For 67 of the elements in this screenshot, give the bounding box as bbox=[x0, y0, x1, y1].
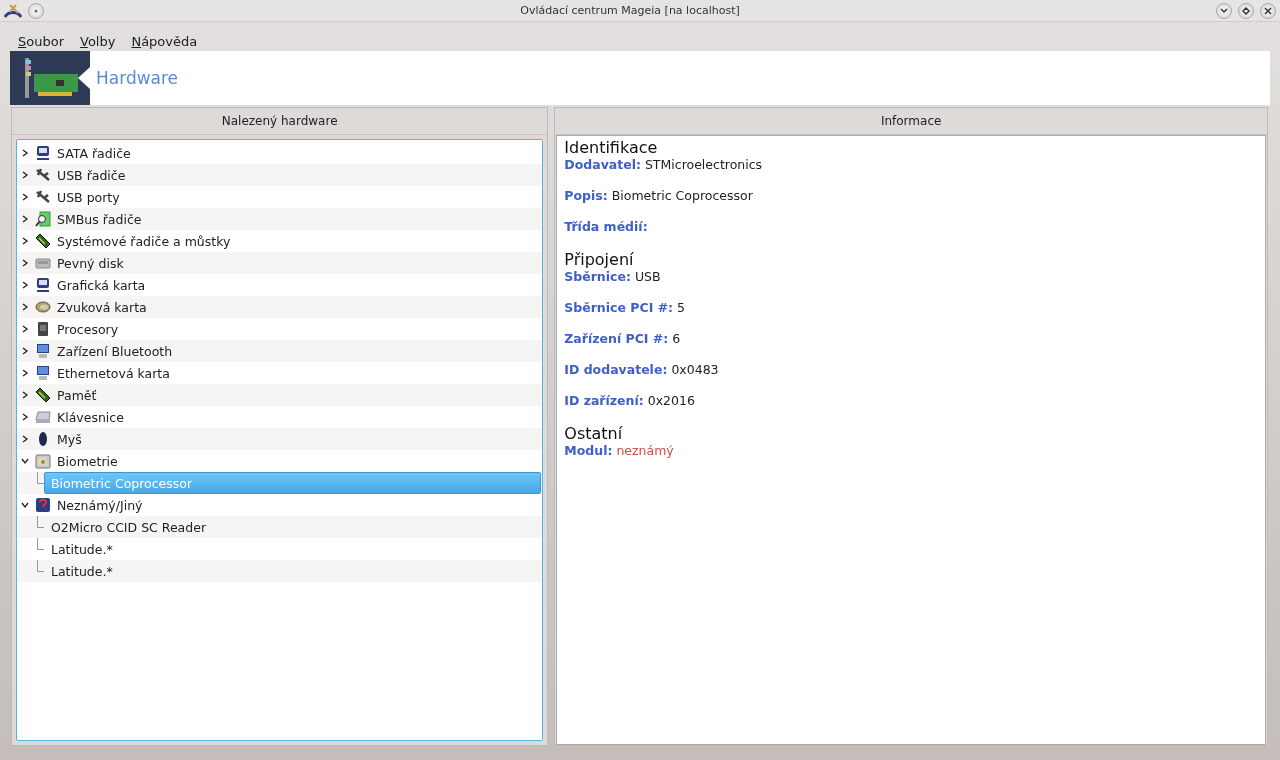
computer-icon bbox=[35, 343, 51, 359]
field-value: neznámý bbox=[616, 443, 674, 458]
banner-title: Hardware bbox=[96, 68, 179, 88]
tree-item[interactable]: Biometrie bbox=[57, 453, 118, 469]
close-button[interactable] bbox=[1260, 2, 1276, 19]
field-label: ID dodavatele: bbox=[564, 362, 668, 377]
panel-title: Nalezený hardware bbox=[12, 108, 548, 135]
usb-plug-icon bbox=[35, 167, 51, 183]
diamond-icon bbox=[1242, 6, 1250, 15]
disk-icon bbox=[35, 277, 51, 293]
tree-item[interactable]: Ethernetová karta bbox=[57, 365, 170, 381]
minimize-button[interactable] bbox=[1216, 2, 1232, 19]
field-value: 0x0483 bbox=[671, 362, 719, 377]
usb-plug-icon bbox=[35, 189, 51, 205]
menu-item[interactable]: Nápověda bbox=[131, 34, 198, 49]
magnifier-icon bbox=[35, 211, 51, 227]
chevron-down-icon bbox=[1220, 6, 1228, 15]
window-title: Ovládací centrum Mageia [na localhost] bbox=[519, 4, 741, 17]
menu-item[interactable]: Volby bbox=[80, 34, 116, 49]
field-value: STMicroelectronics bbox=[644, 157, 763, 172]
chip-icon bbox=[35, 321, 51, 337]
field-label: Sběrnice: bbox=[564, 269, 631, 284]
field-label: Třída médií: bbox=[564, 219, 648, 234]
menu-item[interactable]: Soubor bbox=[18, 34, 64, 49]
tree-item[interactable]: Grafická karta bbox=[57, 277, 146, 293]
banner-notch bbox=[78, 67, 90, 89]
speaker-icon bbox=[35, 299, 51, 315]
section-title: Ostatní bbox=[564, 424, 624, 443]
tree-item[interactable]: Neznámý/Jiný bbox=[57, 497, 143, 513]
close-icon bbox=[1264, 6, 1272, 15]
tree-item[interactable]: Zařízení Bluetooth bbox=[57, 343, 173, 359]
field-value: Biometric Coprocessor bbox=[611, 188, 753, 203]
tree-item[interactable]: Pevný disk bbox=[57, 255, 124, 271]
tree-item[interactable]: USB porty bbox=[57, 189, 120, 205]
dot-icon bbox=[34, 8, 38, 13]
section-title: Připojení bbox=[564, 250, 635, 269]
tree-item[interactable]: USB řadiče bbox=[57, 167, 126, 183]
app-icon bbox=[4, 2, 22, 19]
memory-stick-icon bbox=[35, 387, 51, 403]
tree-item[interactable]: Klávesnice bbox=[57, 409, 124, 425]
tree-item[interactable]: Procesory bbox=[57, 321, 119, 337]
field-value: 6 bbox=[672, 331, 681, 346]
field-label: Sběrnice PCI #: bbox=[564, 300, 674, 315]
tree-item[interactable]: SATA řadiče bbox=[57, 145, 131, 161]
hard-drive-icon bbox=[35, 255, 51, 271]
field-value: 0x2016 bbox=[647, 393, 695, 408]
tree-item[interactable]: Zvuková karta bbox=[57, 299, 147, 315]
disk-icon bbox=[35, 145, 51, 161]
section-title: Identifikace bbox=[564, 138, 659, 157]
field-label: Popis: bbox=[564, 188, 608, 203]
tree-item[interactable]: Systémové řadiče a můstky bbox=[57, 233, 231, 249]
field-label: Dodavatel: bbox=[564, 157, 641, 172]
field-value: 5 bbox=[677, 300, 686, 315]
keyboard-icon bbox=[35, 409, 51, 425]
field-label: Zařízení PCI #: bbox=[564, 331, 669, 346]
tree-item[interactable]: Latitude.* bbox=[44, 538, 542, 560]
field-value: USB bbox=[634, 269, 661, 284]
tree-item[interactable]: SMBus řadiče bbox=[57, 211, 142, 227]
tree-item[interactable]: Myš bbox=[57, 431, 82, 447]
field-label: ID zařízení: bbox=[564, 393, 644, 408]
unknown-device-icon bbox=[35, 497, 51, 513]
tree-item[interactable]: Paměť bbox=[57, 387, 97, 403]
scanner-icon bbox=[35, 453, 51, 469]
memory-stick-icon bbox=[35, 233, 51, 249]
computer-icon bbox=[35, 365, 51, 381]
field-label: Modul: bbox=[564, 443, 613, 458]
maximize-button[interactable] bbox=[1238, 2, 1254, 19]
